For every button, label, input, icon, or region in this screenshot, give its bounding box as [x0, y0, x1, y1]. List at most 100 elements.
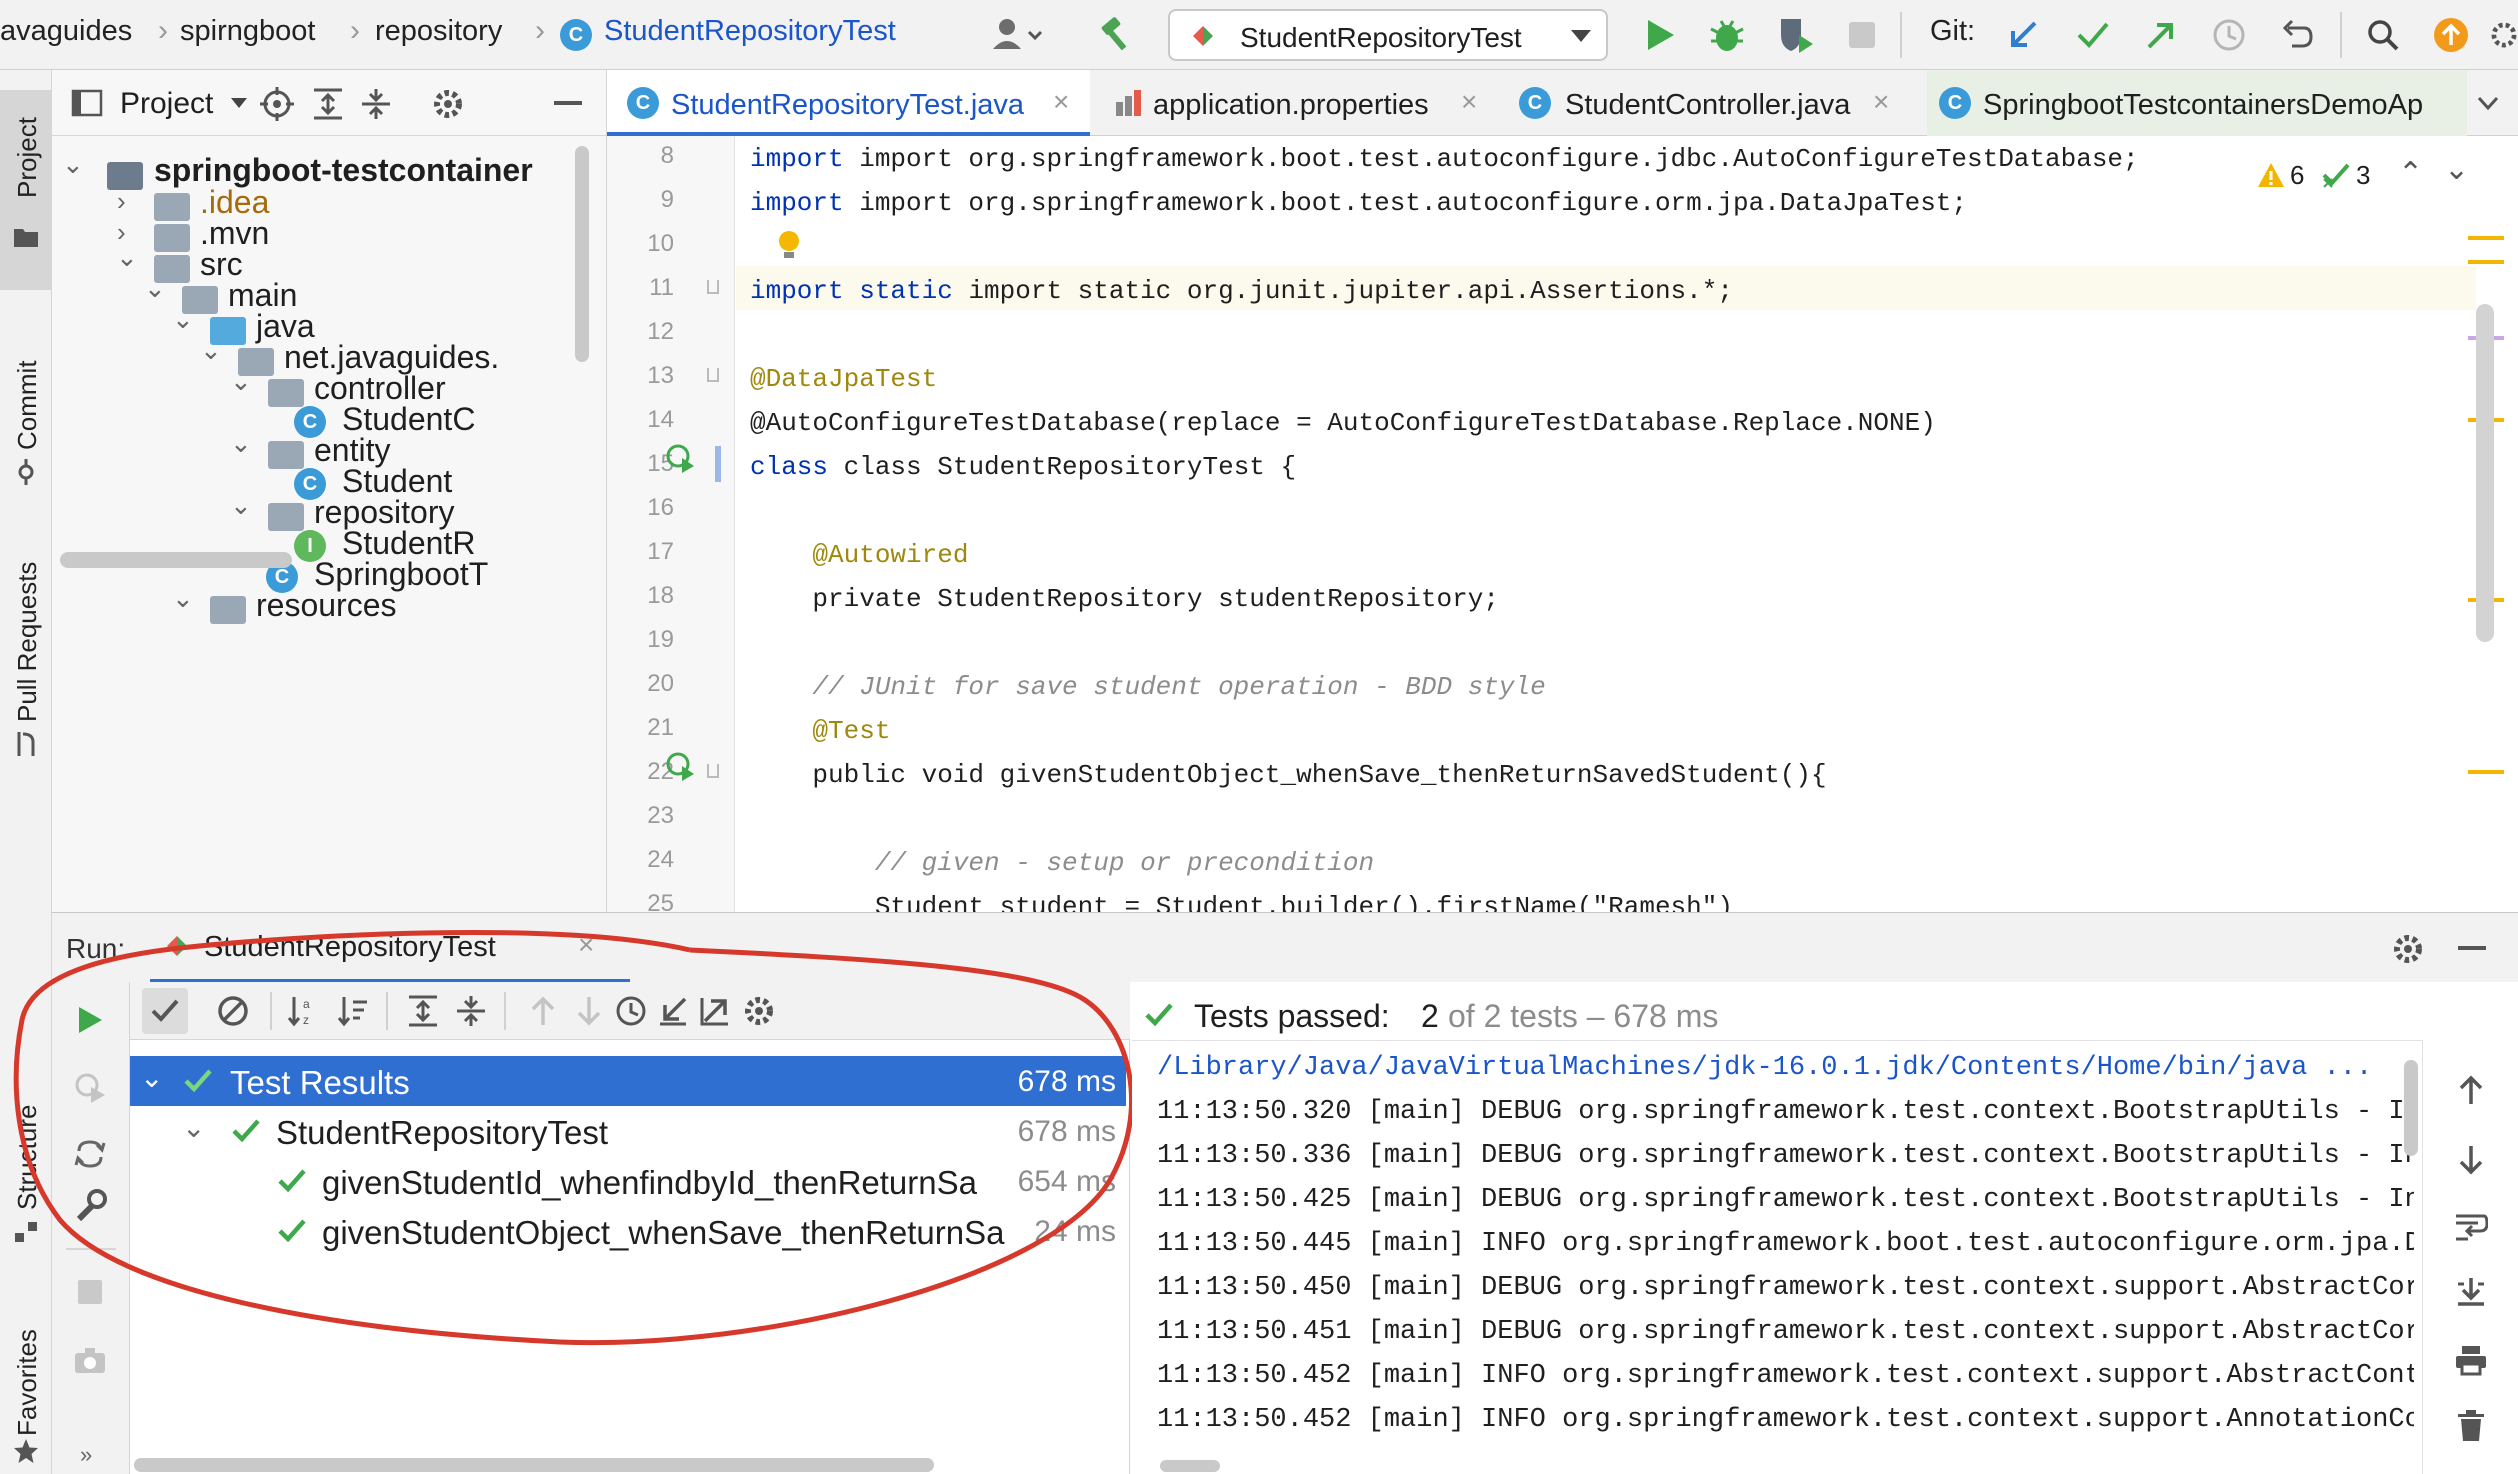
project-panel-header: Project: [52, 70, 607, 136]
history-clock-icon[interactable]: [2208, 14, 2250, 56]
chevron-down-icon[interactable]: [228, 92, 250, 114]
breadcrumb-item-project[interactable]: avaguides: [0, 15, 132, 48]
chevron-down-icon[interactable]: ⌄: [200, 335, 222, 366]
console-line: 11:13:50.425 [main] DEBUG org.springfram…: [1157, 1185, 2421, 1215]
horizontal-scrollbar[interactable]: [60, 552, 292, 568]
junit-config-icon: [1188, 21, 1218, 51]
chevron-down-icon[interactable]: ⌄: [172, 304, 194, 335]
chevron-right-icon[interactable]: ›: [117, 186, 126, 217]
tab-label: SpringbootTestcontainersDemoAp: [1983, 89, 2424, 121]
expand-all-icon[interactable]: [308, 84, 348, 124]
console-line: /Library/Java/JavaVirtualMachines/jdk-16…: [1157, 1053, 2373, 1083]
rollback-icon[interactable]: [2276, 14, 2318, 56]
chevron-down-icon[interactable]: ⌄: [62, 149, 84, 180]
lightbulb-icon[interactable]: [774, 228, 804, 264]
clear-all-trash-icon[interactable]: [2451, 1406, 2491, 1446]
breadcrumb-item-class[interactable]: StudentRepositoryTest: [604, 15, 896, 48]
commit-icon: [12, 458, 40, 486]
console-output[interactable]: Tests passed: 2 of 2 tests – 678 ms /Lib…: [1132, 982, 2422, 1474]
collapse-all-icon[interactable]: [356, 84, 396, 124]
stop-icon[interactable]: [1842, 14, 1882, 56]
code-line-text: private StudentRepository studentReposit…: [750, 584, 1499, 614]
up-arrow-icon[interactable]: [2451, 1070, 2491, 1110]
run-test-method-gutter-icon[interactable]: [664, 750, 698, 784]
editor-tab-springboot-app[interactable]: C SpringbootTestcontainersDemoAp: [1927, 70, 2467, 136]
run-test-class-gutter-icon[interactable]: [664, 442, 698, 476]
line-number: 19: [647, 626, 674, 653]
more-actions-icon[interactable]: »: [80, 1442, 92, 1468]
horizontal-scrollbar[interactable]: [134, 1458, 934, 1472]
breadcrumb-item-package[interactable]: repository: [375, 15, 502, 48]
settings-gear-icon[interactable]: [428, 84, 468, 124]
user-dropdown-icon[interactable]: [985, 14, 1049, 56]
error-stripe-mark[interactable]: [2468, 770, 2504, 774]
fold-marker[interactable]: [707, 280, 719, 294]
console-line: 11:13:50.320 [main] DEBUG org.springfram…: [1157, 1097, 2421, 1127]
close-icon[interactable]: ×: [1873, 86, 1889, 118]
line-number: 12: [647, 318, 674, 345]
weak-warning-check-icon: [2320, 160, 2352, 192]
tree-item-resources[interactable]: resources: [256, 587, 397, 624]
warning-icon: [2256, 160, 2286, 190]
inspection-widget[interactable]: 6 3 ⌃ ⌄: [2256, 153, 2506, 196]
editor-vertical-scrollbar[interactable]: [2476, 304, 2494, 642]
line-number: 18: [647, 582, 674, 609]
editor-tab-student-repository-test[interactable]: C StudentRepositoryTest.java ×: [607, 70, 1090, 136]
debug-icon[interactable]: [1704, 12, 1750, 58]
fold-marker[interactable]: [707, 368, 719, 382]
console-line: 11:13:50.450 [main] DEBUG org.springfram…: [1157, 1273, 2421, 1303]
commit-tool-label[interactable]: Commit: [12, 360, 43, 450]
console-horizontal-scrollbar[interactable]: [1160, 1460, 1220, 1472]
code-line: import static import static org.junit.ju…: [750, 276, 1733, 306]
console-text-area[interactable]: /Library/Java/JavaVirtualMachines/jdk-16…: [1132, 1040, 2422, 1474]
code-line: @Test: [750, 716, 890, 746]
locate-file-icon[interactable]: [257, 84, 297, 124]
vertical-scrollbar[interactable]: [575, 146, 589, 362]
hide-panel-icon[interactable]: [2452, 929, 2492, 969]
scroll-to-end-icon[interactable]: [2451, 1272, 2491, 1312]
next-highlight-icon[interactable]: ⌄: [2444, 152, 2469, 187]
passed-check-icon: [1142, 1000, 1176, 1030]
console-vertical-scrollbar[interactable]: [2404, 1060, 2418, 1156]
chevron-down-icon[interactable]: ⌄: [230, 490, 252, 521]
project-panel-title[interactable]: Project: [120, 87, 213, 121]
close-icon[interactable]: ×: [1053, 86, 1069, 118]
breadcrumb-item-module[interactable]: spirngboot: [180, 15, 315, 48]
tab-label: StudentController.java: [1565, 89, 1851, 121]
git-commit-icon[interactable]: [2072, 14, 2114, 56]
build-hammer-icon[interactable]: [1093, 12, 1139, 58]
soft-wrap-icon[interactable]: [2451, 1206, 2491, 1246]
code-line-text: @AutoConfigureTestDatabase(replace = Aut…: [750, 408, 1936, 438]
search-icon[interactable]: [2362, 14, 2404, 56]
folder-icon: [12, 225, 40, 249]
git-update-icon[interactable]: [2002, 14, 2044, 56]
settings-gear-icon[interactable]: [2388, 929, 2428, 969]
red-annotation-outline: [13, 930, 1134, 1346]
code-editor[interactable]: import import org.springframework.boot.t…: [736, 136, 2518, 912]
settings-gear-icon[interactable]: [2490, 14, 2518, 56]
down-arrow-icon[interactable]: [2451, 1140, 2491, 1180]
folder-icon: [154, 224, 190, 252]
ide-update-icon[interactable]: [2430, 14, 2472, 56]
git-push-icon[interactable]: [2140, 14, 2182, 56]
project-tool-label: Project: [12, 117, 42, 198]
tab-list-chevron-icon[interactable]: [2473, 90, 2503, 116]
coverage-icon[interactable]: [1772, 12, 1818, 58]
print-icon[interactable]: [2451, 1340, 2491, 1380]
chevron-down-icon[interactable]: ⌄: [230, 366, 252, 397]
previous-highlight-icon[interactable]: ⌃: [2398, 156, 2423, 191]
editor-tab-application-properties[interactable]: application.properties ×: [1105, 70, 1495, 136]
run-icon[interactable]: [1640, 14, 1680, 56]
run-configuration-selector[interactable]: StudentRepositoryTest: [1168, 9, 1608, 61]
error-stripe-mark[interactable]: [2468, 260, 2504, 264]
error-stripe-mark[interactable]: [2468, 236, 2504, 240]
chevron-down-icon[interactable]: ⌄: [144, 273, 166, 304]
fold-marker[interactable]: [707, 764, 719, 778]
hide-panel-icon[interactable]: [548, 84, 588, 124]
code-line: import import org.springframework.boot.t…: [750, 188, 1967, 218]
chevron-down-icon[interactable]: ⌄: [230, 428, 252, 459]
pull-requests-tool-label[interactable]: Pull Requests: [12, 562, 43, 722]
chevron-down-icon[interactable]: ⌄: [116, 242, 138, 273]
close-icon[interactable]: ×: [1461, 86, 1477, 118]
chevron-down-icon[interactable]: ⌄: [172, 583, 194, 614]
